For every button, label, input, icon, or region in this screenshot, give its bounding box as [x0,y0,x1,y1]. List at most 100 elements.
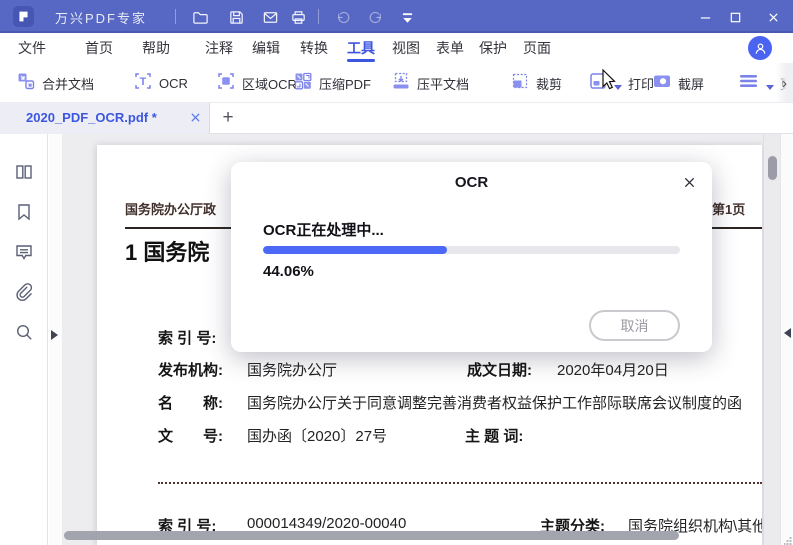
compress-pdf-icon [293,71,313,96]
field-value: 国务院办公厅关于同意调整完善消费者权益保护工作部际联席会议制度的函 [247,395,743,412]
attachments-panel-icon[interactable] [14,282,34,302]
tab-close-icon[interactable] [186,108,204,126]
app-title: 万兴PDF专家 [55,11,148,26]
field-label: 名 称: [158,395,223,412]
vertical-scrollbar-thumb[interactable] [768,156,777,180]
horizontal-scrollbar-thumb[interactable] [64,531,679,540]
tabbar: 2020_PDF_OCR.pdf * + [0,103,793,134]
page-header-left: 国务院办公厅政 [125,202,217,217]
sidebar-gutter [49,134,62,545]
field-label: 文 号: [158,428,223,445]
field-value: 国务院办公厅 [247,362,338,379]
new-tab-button[interactable]: + [216,105,240,131]
field-label: 成文日期: [467,362,532,379]
comments-panel-icon[interactable] [14,242,34,262]
titlebar-divider [318,9,319,24]
app-window: 万兴PDF专家 文件 首页 帮助 注释 编辑 转换 工具 视图 表单 保护 页面… [0,0,793,545]
crop-icon [510,71,530,96]
toolbar-item-label: OCR [159,75,188,91]
field-label: 主 题 词: [465,428,524,445]
menu-tools[interactable]: 工具 [347,33,375,63]
menu-home[interactable]: 首页 [85,33,113,63]
toolbar-item-label: 打印 [628,76,655,92]
maximize-button[interactable] [722,6,748,28]
right-gutter [780,134,793,545]
tab-title: 2020_PDF_OCR.pdf * [26,110,157,125]
document-heading: 1 国务院 [125,240,210,265]
redo-icon[interactable] [366,8,384,26]
left-sidebar [0,134,48,545]
open-folder-icon[interactable] [191,8,209,26]
screenshot-button[interactable]: 截屏 [652,63,705,102]
menu-page[interactable]: 页面 [523,33,551,63]
toolbar-item-label: 压平文档 [417,76,470,92]
screenshot-camera-icon [652,71,672,96]
menu-edit[interactable]: 编辑 [252,33,280,63]
crop-button[interactable]: 裁剪 [510,63,563,102]
progress-fill [263,246,447,254]
ocr-progress-dialog: OCR OCR正在处理中... 44.06% 取消 [231,162,712,352]
titlebar-divider [175,9,176,24]
field-label: 发布机构: [158,362,223,379]
titlebar: 万兴PDF专家 [0,0,793,33]
menubar: 文件 首页 帮助 注释 编辑 转换 工具 视图 表单 保护 页面 [0,33,793,63]
menu-view[interactable]: 视图 [392,33,420,63]
vertical-scrollbar[interactable] [763,134,780,545]
minimize-button[interactable] [692,6,718,28]
merge-documents-icon [16,71,36,96]
save-icon[interactable] [227,8,245,26]
area-ocr-button[interactable]: 区域OCR [216,63,297,102]
field-value: 国办函〔2020〕27号 [247,428,388,445]
menu-form[interactable]: 表单 [436,33,464,63]
field-label: 索 引 号: [158,330,217,347]
ocr-button[interactable]: T OCR [133,63,188,102]
print-document-button[interactable]: 打印 [588,63,655,102]
menu-convert[interactable]: 转换 [300,33,328,63]
menu-protect[interactable]: 保护 [479,33,507,63]
page-header-right: 第1页 [712,202,746,217]
field-value: 000014349/2020-00040 [247,515,407,532]
toolbar-overflow-chevron[interactable]: › [776,63,793,102]
thumbnails-panel-icon[interactable] [14,162,34,182]
app-logo-icon [13,6,34,27]
area-ocr-icon [216,71,236,96]
account-avatar[interactable] [748,36,772,60]
svg-text:T: T [140,76,147,88]
field-value: 2020年04月20日 [557,362,669,379]
customize-toolbar-icon[interactable] [398,8,416,26]
menu-help[interactable]: 帮助 [142,33,170,63]
menu-comment[interactable]: 注释 [205,33,233,63]
ocr-status-text: OCR正在处理中... [263,222,384,239]
dialog-title: OCR [454,174,489,191]
mail-icon[interactable] [261,8,279,26]
hamburger-menu-icon [738,71,760,96]
close-window-button[interactable] [760,6,786,28]
more-dropdown-caret[interactable] [766,84,774,90]
ocr-progress-bar [263,246,680,254]
merge-documents-button[interactable]: 合并文档 [16,63,95,102]
expand-left-panel-handle[interactable] [51,330,58,340]
search-panel-icon[interactable] [14,322,34,342]
flatten-document-icon [391,71,411,96]
bookmarks-panel-icon[interactable] [14,202,34,222]
ocr-icon: T [133,71,153,96]
dialog-close-icon[interactable] [680,173,698,191]
compress-pdf-button[interactable]: 压缩PDF [293,63,372,102]
toolbar-item-label: 截屏 [678,76,705,92]
dotted-divider [158,482,762,484]
toolbar-item-label: 裁剪 [536,76,563,92]
cancel-button[interactable]: 取消 [589,310,680,341]
toolbar-item-label: 区域OCR [242,76,297,92]
document-tab[interactable]: 2020_PDF_OCR.pdf * [0,103,210,134]
expand-right-panel-handle[interactable] [784,328,791,338]
toolbar-item-label: 合并文档 [42,76,95,92]
tools-toolbar: 合并文档 T OCR 区域OCR 压缩PDF 压平文档 裁剪 打印 截屏 › [0,63,793,103]
toolbar-item-label: 压缩PDF [319,76,372,92]
resize-grip-icon[interactable] [783,532,792,545]
print-icon[interactable] [289,8,307,26]
progress-percentage: 44.06% [263,263,314,280]
undo-icon[interactable] [334,8,352,26]
flatten-document-button[interactable]: 压平文档 [391,63,470,102]
menu-file[interactable]: 文件 [18,33,46,63]
mouse-cursor [602,68,620,96]
